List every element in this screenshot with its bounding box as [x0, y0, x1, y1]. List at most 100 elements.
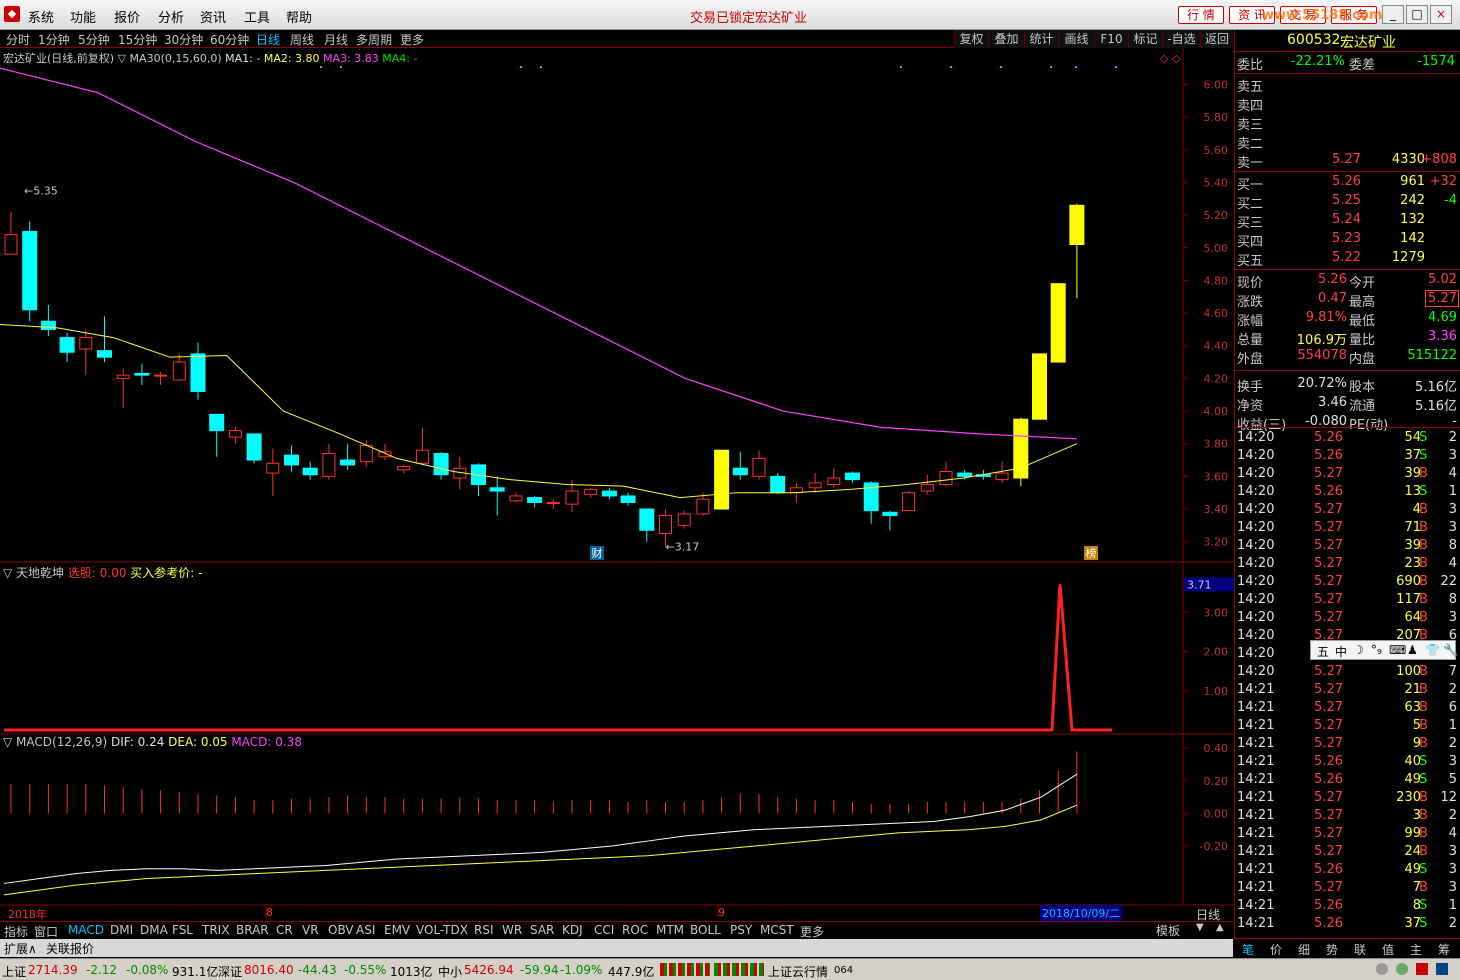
wb-label: 委比 — [1237, 58, 1264, 73]
period-week[interactable]: 周线 — [290, 31, 314, 48]
tab-obv[interactable]: OBV — [328, 923, 354, 937]
menu-news[interactable]: 资讯 — [200, 7, 226, 26]
period-15min[interactable]: 15分钟 — [118, 31, 157, 48]
tab-dma[interactable]: DMA — [140, 923, 168, 937]
tab-cr[interactable]: CR — [276, 923, 293, 937]
tab-cci[interactable]: CCI — [594, 923, 614, 937]
tab-mcst[interactable]: MCST — [760, 923, 794, 937]
ime-toolbar[interactable]: 五中 ☽ °₉ ⌨ ♟ 👕 🔧 — [1310, 640, 1458, 660]
tab-vol-tdx[interactable]: VOL-TDX — [416, 923, 468, 937]
tool-draw[interactable]: 画线 — [1058, 30, 1094, 48]
period-5min[interactable]: 5分钟 — [78, 31, 110, 48]
ime-item-7[interactable]: 🔧 — [1443, 643, 1458, 657]
tool-stats[interactable]: 统计 — [1024, 30, 1058, 48]
candle-up — [154, 374, 168, 377]
tab-sar[interactable]: SAR — [530, 923, 554, 937]
tool-remove-fav[interactable]: -自选 — [1162, 30, 1200, 48]
period-day[interactable]: 日线 — [256, 31, 280, 48]
right-tab-4[interactable]: 联 — [1354, 941, 1366, 958]
indicator-name[interactable]: ▽ 天地乾坤 — [3, 566, 64, 580]
maximize-icon[interactable]: □ — [1406, 5, 1428, 24]
scroll-up-icon[interactable]: ▲ — [1216, 922, 1224, 933]
tool-adjust[interactable]: 复权 — [954, 30, 988, 48]
tab-roc[interactable]: ROC — [622, 923, 648, 937]
tool-mark[interactable]: 标记 — [1128, 30, 1162, 48]
expand-button[interactable]: 扩展∧ — [4, 940, 37, 957]
period-30min[interactable]: 30分钟 — [164, 31, 203, 48]
tool-f10[interactable]: F10 — [1094, 30, 1128, 48]
candle-up — [677, 513, 691, 526]
tool-back[interactable]: 返回 — [1200, 30, 1233, 48]
right-tab-3[interactable]: 势 — [1326, 941, 1338, 958]
menu-quote[interactable]: 报价 — [114, 7, 140, 26]
tab-psy[interactable]: PSY — [730, 923, 752, 937]
ime-item-1[interactable]: 中 — [1335, 643, 1347, 660]
minimize-icon[interactable]: _ — [1382, 5, 1404, 24]
candle-down — [957, 472, 973, 477]
quick-quote-button[interactable]: 行 情 — [1178, 6, 1224, 24]
template-button[interactable]: 模板 — [1156, 922, 1180, 939]
tab-dmi[interactable]: DMI — [110, 923, 133, 937]
period-more[interactable]: 更多 — [400, 31, 424, 48]
ime-item-3[interactable]: °₉ — [1371, 643, 1382, 657]
scroll-down-icon[interactable]: ▼ — [1196, 922, 1204, 933]
tab-macd[interactable]: MACD — [68, 923, 104, 937]
menu-help[interactable]: 帮助 — [286, 7, 312, 26]
tab-boll[interactable]: BOLL — [690, 923, 721, 937]
tool-overlay[interactable]: 叠加 — [988, 30, 1024, 48]
ime-item-2[interactable]: ☽ — [1353, 643, 1364, 657]
stat-label: 内盘 — [1349, 352, 1376, 367]
menu-function[interactable]: 功能 — [70, 7, 96, 26]
macd-name[interactable]: ▽ MACD(12,26,9) — [3, 735, 107, 749]
tick-count: 5 — [1448, 772, 1457, 787]
market-bar2-icon — [714, 963, 764, 976]
tick-volume: 54 — [1404, 430, 1421, 445]
tab-fsl[interactable]: FSL — [172, 923, 193, 937]
right-tab-2[interactable]: 细 — [1298, 941, 1310, 958]
period-multi[interactable]: 多周期 — [356, 31, 392, 48]
x-month-9: 9 — [718, 906, 725, 919]
candle-up — [322, 453, 336, 477]
tab-emv[interactable]: EMV — [384, 923, 410, 937]
ime-item-5[interactable]: ♟ — [1407, 643, 1418, 657]
tab-wr[interactable]: WR — [502, 923, 522, 937]
tab-trix[interactable]: TRIX — [202, 923, 229, 937]
related-quote-tab[interactable]: 关联报价 — [46, 940, 94, 957]
right-tab-1[interactable]: 价 — [1270, 941, 1282, 958]
period-month[interactable]: 月线 — [324, 31, 348, 48]
menu-system[interactable]: 系统 — [28, 7, 54, 26]
stat-label: 总量 — [1237, 333, 1264, 348]
period-1min[interactable]: 1分钟 — [38, 31, 70, 48]
ime-item-4[interactable]: ⌨ — [1389, 643, 1406, 657]
ime-item-0[interactable]: 五 — [1317, 643, 1329, 660]
right-tab-6[interactable]: 主 — [1410, 941, 1422, 958]
tab-指标[interactable]: 指标 — [4, 923, 28, 940]
stat-label: 净资 — [1237, 399, 1264, 414]
cloud-label[interactable]: 上证云行情 — [768, 963, 828, 980]
tab-kdj[interactable]: KDJ — [562, 923, 583, 937]
candle-limit — [1032, 353, 1047, 420]
tab-asi[interactable]: ASI — [356, 923, 375, 937]
tick-price: 5.27 — [1314, 664, 1343, 679]
buy-price: 5.22 — [1332, 250, 1361, 265]
expand-icon: ◇ — [1172, 52, 1181, 65]
right-tab-5[interactable]: 值 — [1382, 941, 1394, 958]
tab-brar[interactable]: BRAR — [236, 923, 269, 937]
right-tab-7[interactable]: 筹 — [1438, 941, 1450, 958]
tab-vr[interactable]: VR — [302, 923, 319, 937]
tab-rsi[interactable]: RSI — [474, 923, 494, 937]
tab-窗口[interactable]: 窗口 — [34, 923, 58, 940]
tick-side: B — [1419, 610, 1428, 625]
kline-chart[interactable]: 6.00 5.80 5.60 5.40 5.20 5.00 4.80 4.60 4.40 4.20… — [0, 48, 1234, 921]
close-icon[interactable]: × — [1430, 5, 1452, 24]
menu-analysis[interactable]: 分析 — [158, 7, 184, 26]
macd-y-label: -0.20 — [1200, 840, 1228, 853]
period-tick[interactable]: 分时 — [6, 31, 30, 48]
tab-mtm[interactable]: MTM — [656, 923, 684, 937]
menu-tools[interactable]: 工具 — [244, 7, 270, 26]
ime-item-6[interactable]: 👕 — [1425, 643, 1440, 657]
tab-更多[interactable]: 更多 — [800, 923, 824, 940]
period-60min[interactable]: 60分钟 — [210, 31, 249, 48]
right-tab-0[interactable]: 笔 — [1242, 941, 1254, 958]
tick-price: 5.27 — [1314, 592, 1343, 607]
